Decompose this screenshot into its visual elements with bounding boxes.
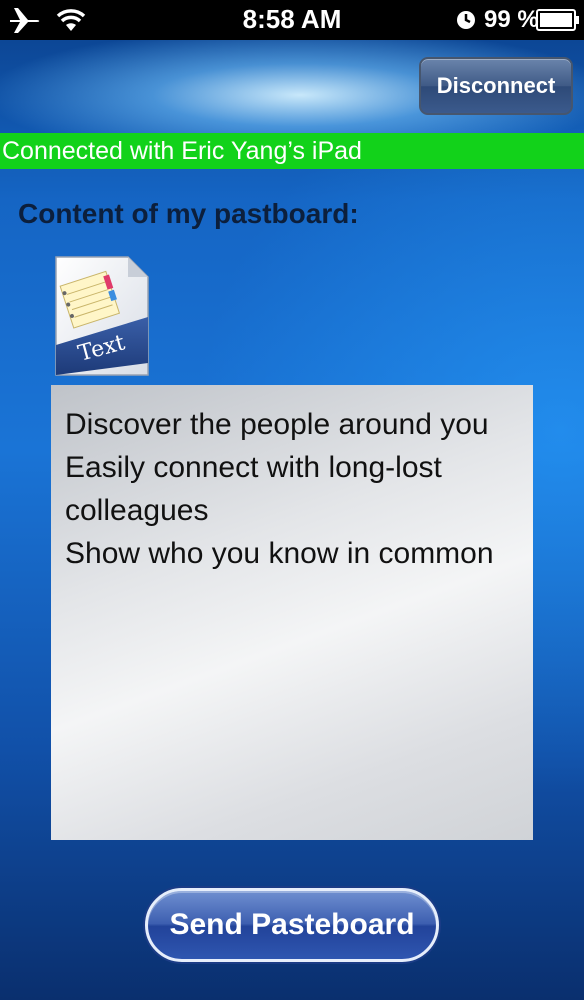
battery-icon [536,9,580,36]
app-screen: 8:58 AM 99 % Disconnect Connected with E… [0,0,584,1000]
pasteboard-section-label: Content of my pastboard: [18,198,359,229]
pasteboard-content[interactable]: Discover the people around you Easily co… [51,385,533,840]
content-line: colleagues [65,494,209,527]
status-bar: 8:58 AM 99 % [0,0,584,40]
content-line: Easily connect with long-lost [65,451,442,484]
connection-status-banner: Connected with Eric Yang’s iPad [0,133,584,169]
disconnect-button[interactable]: Disconnect [419,57,573,115]
text-file-icon: Text [52,255,150,379]
send-pasteboard-button[interactable]: Send Pasteboard [145,888,439,962]
content-line: Discover the people around you [65,408,489,441]
content-line: Show who you know in common [65,537,494,570]
lock-rotation-icon [455,9,477,36]
battery-percent: 99 % [484,6,539,33]
